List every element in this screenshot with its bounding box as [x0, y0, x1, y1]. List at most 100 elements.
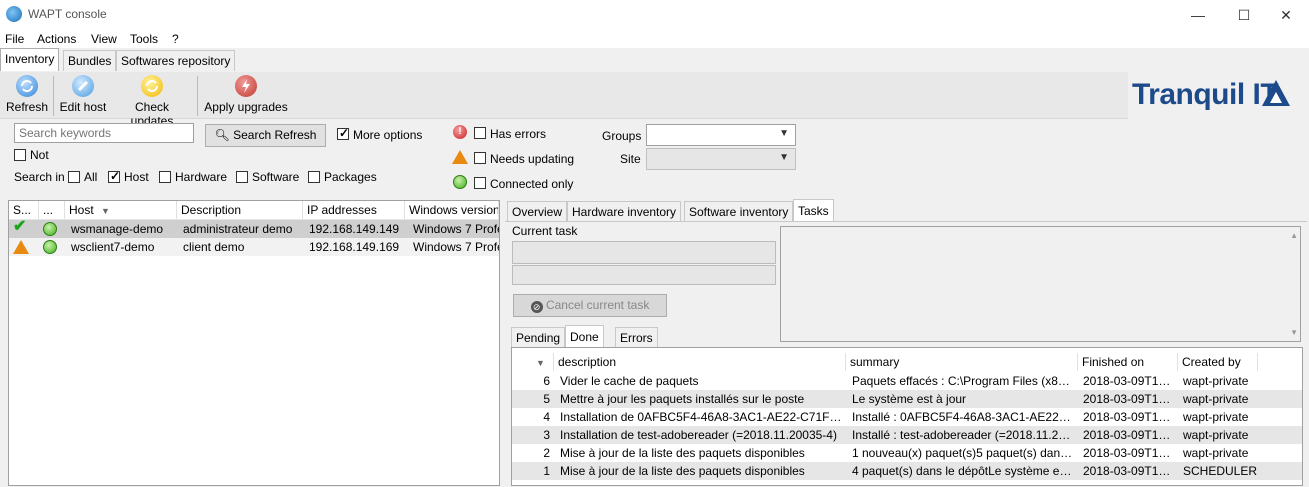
- ok-check-icon: ✔: [13, 218, 27, 235]
- col-host-header[interactable]: Host ▼: [65, 201, 177, 219]
- scroll-down-icon[interactable]: ▼: [1290, 328, 1298, 337]
- apply-upgrades-button[interactable]: Apply upgrades: [202, 74, 290, 116]
- apply-upgrades-label: Apply upgrades: [204, 100, 288, 114]
- task-summary: Paquets effacés : C:\Program Files (x86)…: [852, 374, 1074, 388]
- host-header-label: Host: [69, 203, 94, 217]
- all-label: All: [84, 170, 98, 184]
- task-index: 3: [543, 428, 550, 442]
- subtab-pending[interactable]: Pending: [511, 327, 566, 348]
- task-description: Installation de 0AFBC5F4-46A8-3AC1-AE22-…: [560, 410, 844, 424]
- software-label: Software: [252, 170, 300, 184]
- connected-only-checkbox[interactable]: [474, 177, 486, 189]
- groups-select[interactable]: ▼: [646, 124, 796, 146]
- maximize-button[interactable]: ☐: [1221, 0, 1267, 30]
- table-row[interactable]: 6 Vider le cache de paquets Paquets effacé…: [512, 372, 1302, 390]
- tab-bundles[interactable]: Bundles: [63, 50, 117, 71]
- groups-label: Groups: [602, 129, 642, 143]
- chevron-down-icon: ▼: [779, 152, 789, 163]
- tab-softwares-repository[interactable]: Softwares repository: [116, 50, 236, 71]
- refresh-button[interactable]: Refresh: [4, 74, 50, 116]
- menu-file[interactable]: File: [5, 32, 24, 46]
- task-created-by: wapt-private: [1183, 374, 1249, 388]
- col-windows-header[interactable]: Windows version: [405, 201, 499, 219]
- host-description: administrateur demo: [183, 222, 293, 236]
- col-description-header[interactable]: description: [554, 353, 846, 371]
- subtab-done[interactable]: Done: [565, 325, 604, 348]
- col-status-header[interactable]: S...: [9, 201, 39, 219]
- col-index-header[interactable]: ▼: [512, 353, 554, 371]
- has-errors-checkbox[interactable]: [474, 127, 486, 139]
- software-checkbox[interactable]: [236, 171, 248, 183]
- not-label: Not: [30, 148, 49, 162]
- more-options-checkbox[interactable]: [337, 126, 349, 140]
- cancel-task-button[interactable]: ⊘ Cancel current task: [513, 294, 667, 317]
- task-description: Mise à jour de la liste des paquets disp…: [560, 446, 805, 460]
- menu-view[interactable]: View: [91, 32, 117, 46]
- search-in-label: Search in: [14, 170, 65, 184]
- menu-actions[interactable]: Actions: [37, 32, 76, 46]
- title-bar: [0, 0, 1309, 30]
- tab-hardware-inventory[interactable]: Hardware inventory: [567, 201, 682, 222]
- task-created-by: wapt-private: [1183, 410, 1249, 424]
- tab-overview[interactable]: Overview: [507, 201, 568, 222]
- task-summary: Le système est à jour: [852, 392, 967, 406]
- minimize-button[interactable]: —: [1175, 0, 1221, 30]
- menu-tools[interactable]: Tools: [130, 32, 158, 46]
- check-updates-icon: [141, 75, 163, 97]
- task-finished-on: 2018-03-09T17:20:00: [1083, 392, 1175, 406]
- all-checkbox[interactable]: [68, 171, 80, 183]
- table-row[interactable]: wsclient7-demo client demo 192.168.149.1…: [9, 238, 499, 256]
- task-description: Installation de test-adobereader (=2018.…: [560, 428, 837, 442]
- col-created-header[interactable]: Created by: [1178, 353, 1258, 371]
- table-row[interactable]: 3 Installation de test-adobereader (=2018…: [512, 426, 1302, 444]
- subtab-errors[interactable]: Errors: [615, 327, 658, 348]
- col-description-header[interactable]: Description: [177, 201, 303, 219]
- chevron-down-icon: ▼: [779, 128, 789, 139]
- col-finished-header[interactable]: Finished on: [1078, 353, 1178, 371]
- not-checkbox[interactable]: [14, 149, 26, 161]
- needs-updating-checkbox[interactable]: [474, 152, 486, 164]
- col-ip-header[interactable]: IP addresses: [303, 201, 405, 219]
- logo-triangle-inner: [1270, 92, 1282, 103]
- search-icon: 🔍︎: [214, 128, 230, 142]
- task-log-area[interactable]: ▲ ▼: [780, 226, 1301, 342]
- edit-host-button[interactable]: Edit host: [57, 74, 109, 116]
- col-connection-header[interactable]: ...: [39, 201, 65, 219]
- packages-checkbox[interactable]: [308, 171, 320, 183]
- window-title: WAPT console: [28, 7, 107, 21]
- task-summary: Installé : test-adobereader (=2018.11.20…: [852, 428, 1074, 442]
- more-options-label: More options: [353, 128, 423, 142]
- col-summary-header[interactable]: summary: [846, 353, 1078, 371]
- task-created-by: wapt-private: [1183, 446, 1249, 460]
- tab-inventory[interactable]: Inventory: [0, 48, 60, 71]
- toolbar-separator: [197, 76, 198, 116]
- host-windows: Windows 7 Professional: [413, 240, 499, 254]
- check-updates-button[interactable]: Check updates: [112, 74, 192, 128]
- scroll-up-icon[interactable]: ▲: [1290, 231, 1298, 240]
- table-row[interactable]: 2 Mise à jour de la liste des paquets dis…: [512, 444, 1302, 462]
- hardware-checkbox[interactable]: [159, 171, 171, 183]
- tab-tasks[interactable]: Tasks: [793, 199, 834, 222]
- connected-icon: [43, 240, 57, 254]
- refresh-icon: [16, 75, 38, 97]
- app-globe-icon: [6, 6, 22, 22]
- close-button[interactable]: ✕: [1263, 0, 1309, 30]
- task-finished-on: 2018-03-09T17:19:00: [1083, 410, 1175, 424]
- table-row[interactable]: 1 Mise à jour de la liste des paquets dis…: [512, 462, 1302, 480]
- table-row[interactable]: 4 Installation de 0AFBC5F4-46A8-3AC1-AE22…: [512, 408, 1302, 426]
- task-index: 4: [543, 410, 550, 424]
- current-task-field: [512, 241, 776, 264]
- menu-help[interactable]: ?: [172, 32, 179, 46]
- search-refresh-button[interactable]: 🔍︎ Search Refresh: [205, 124, 326, 147]
- site-select[interactable]: ▼: [646, 148, 796, 170]
- host-ip: 192.168.149.169: [309, 240, 400, 254]
- host-name: wsmanage-demo: [71, 222, 164, 236]
- tab-software-inventory[interactable]: Software inventory: [684, 201, 794, 222]
- table-row[interactable]: 5 Mettre à jour les paquets installés sur…: [512, 390, 1302, 408]
- search-input[interactable]: [14, 123, 194, 143]
- table-row[interactable]: ✔ wsmanage-demo administrateur demo 192.…: [9, 218, 499, 238]
- host-description: client demo: [183, 240, 245, 254]
- task-index: 5: [543, 392, 550, 406]
- host-checkbox[interactable]: [108, 169, 120, 183]
- warning-icon: [452, 150, 468, 164]
